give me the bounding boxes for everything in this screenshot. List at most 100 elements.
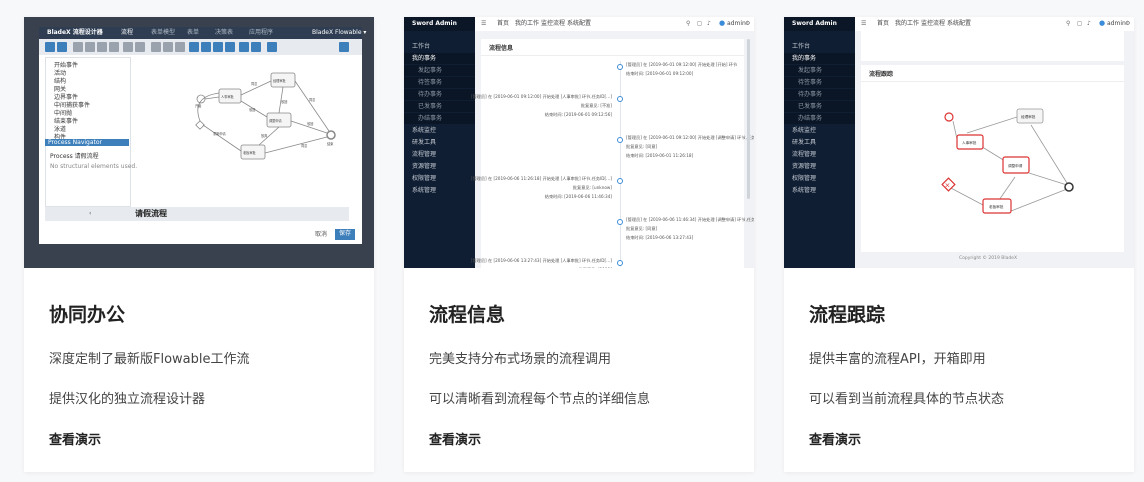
designer-tab[interactable]: 决策表 xyxy=(215,30,233,36)
paste-icon[interactable] xyxy=(97,42,107,52)
topnav-item[interactable]: 系统配置 xyxy=(947,21,971,27)
sidebar-item[interactable]: 资源管理 xyxy=(404,161,475,172)
gear-icon[interactable]: ⚙ xyxy=(1125,21,1130,27)
scrollbar[interactable] xyxy=(747,39,750,199)
designer-screenshot[interactable]: BladeX 流程设计器 流程 表单模型 表单 决策表 应用程序 BladeX … xyxy=(24,17,374,268)
sidebar-item[interactable]: 发起事务 xyxy=(404,65,475,76)
sidebar-item[interactable]: 我的事务 xyxy=(784,53,855,64)
sidebar-item[interactable]: 系统管理 xyxy=(404,185,475,196)
bend-icon[interactable] xyxy=(239,42,249,52)
bell-icon[interactable]: ♪ xyxy=(707,21,711,27)
fullscreen-icon[interactable]: ◻ xyxy=(1077,21,1082,27)
help-icon[interactable] xyxy=(267,42,277,52)
menu-icon[interactable]: ☰ xyxy=(481,21,486,27)
chevron-left-icon[interactable]: ‹ xyxy=(89,211,91,217)
sidebar-item[interactable]: 系统监控 xyxy=(404,125,475,136)
sidebar-item[interactable]: 权限管理 xyxy=(784,173,855,184)
sidebar-item[interactable]: 流程管理 xyxy=(404,149,475,160)
sidebar-item[interactable]: 系统监控 xyxy=(784,125,855,136)
designer-tab[interactable]: 流程 xyxy=(121,30,133,36)
undo-icon[interactable] xyxy=(123,42,133,52)
sidebar-item[interactable]: 流程管理 xyxy=(784,149,855,160)
sidebar-item[interactable]: 待签事务 xyxy=(404,77,475,88)
designer-tab[interactable]: 表单模型 xyxy=(151,30,175,36)
topnav-item[interactable]: 监控流程 xyxy=(541,21,565,27)
palette-item[interactable]: 结构 xyxy=(54,79,66,85)
straight-icon[interactable] xyxy=(251,42,261,52)
redo-icon[interactable] xyxy=(135,42,145,52)
view-demo-link[interactable]: 查看演示 xyxy=(49,429,101,448)
topnav-item[interactable]: 监控流程 xyxy=(921,21,945,27)
topnav-item[interactable]: 我的工作 xyxy=(515,21,539,27)
end-event[interactable] xyxy=(326,130,336,140)
sidebar-item[interactable]: 工作台 xyxy=(784,41,855,52)
search-icon[interactable]: ⚲ xyxy=(1066,21,1070,27)
sidebar-item[interactable]: 待签事务 xyxy=(784,77,855,88)
start-event[interactable] xyxy=(944,112,954,122)
card-desc-line: 完美支持分布式场景的流程调用 xyxy=(429,352,612,367)
sidebar-item[interactable]: 工作台 xyxy=(404,41,475,52)
process-canvas[interactable]: 人事审批 经理审批 调整申请 老板审批 开始 结束 同意 驳回 同意 驳回 重新… xyxy=(131,57,349,205)
align-icon[interactable] xyxy=(175,42,185,52)
zoom-out-icon[interactable] xyxy=(201,42,211,52)
topnav-item[interactable]: 系统配置 xyxy=(567,21,591,27)
gateway[interactable] xyxy=(195,120,205,130)
process-tracking-screenshot[interactable]: Sword Admin 工作台 我的事务 发起事务 待签事务 待办事务 已发事务 办结事务系… xyxy=(784,17,1134,268)
palette-item[interactable]: 中间捕获事件 xyxy=(54,103,90,109)
topnav-item[interactable]: 首页 xyxy=(497,21,509,27)
sidebar-item[interactable]: 资源管理 xyxy=(784,161,855,172)
palette-item[interactable]: 开始事件 xyxy=(54,63,78,69)
check-icon[interactable] xyxy=(57,42,67,52)
fullscreen-icon[interactable] xyxy=(225,42,235,52)
sidebar-item[interactable]: 待办事务 xyxy=(404,89,475,100)
sidebar-item[interactable]: 研发工具 xyxy=(784,137,855,148)
view-demo-link[interactable]: 查看演示 xyxy=(429,429,481,448)
gear-icon[interactable]: ⚙ xyxy=(745,21,750,27)
sidebar-item[interactable]: 已发事务 xyxy=(404,101,475,112)
palette-item[interactable]: 泳道 xyxy=(54,127,66,133)
cancel-button[interactable]: 取消 xyxy=(315,232,335,241)
palette-item[interactable]: 活动 xyxy=(54,71,66,77)
palette-item[interactable]: 中间抛 xyxy=(54,111,72,117)
start-event[interactable] xyxy=(196,94,206,104)
topnav-item[interactable]: 我的工作 xyxy=(895,21,919,27)
process-info-screenshot[interactable]: Sword Admin 工作台 我的事务 发起事务 待签事务 待办事务 已发事务 办结事务系… xyxy=(404,17,754,268)
close-icon[interactable] xyxy=(339,42,349,52)
avatar[interactable]: ● xyxy=(719,20,725,27)
zoom-in-icon[interactable] xyxy=(189,42,199,52)
sidebar-item[interactable]: 办结事务 xyxy=(404,113,475,124)
designer-tab[interactable]: 表单 xyxy=(187,30,199,36)
palette-item[interactable]: 结束事件 xyxy=(54,119,78,125)
cut-icon[interactable] xyxy=(73,42,83,52)
zoom-fit-icon[interactable] xyxy=(213,42,223,52)
fullscreen-icon[interactable]: ◻ xyxy=(697,21,702,27)
menu-icon[interactable]: ☰ xyxy=(861,21,866,27)
view-demo-link[interactable]: 查看演示 xyxy=(809,429,861,448)
avatar[interactable]: ● xyxy=(1099,20,1105,27)
sidebar-item[interactable]: 办结事务 xyxy=(784,113,855,124)
sidebar-item[interactable]: 已发事务 xyxy=(784,101,855,112)
align-icon[interactable] xyxy=(163,42,173,52)
delete-icon[interactable] xyxy=(109,42,119,52)
end-event[interactable] xyxy=(1064,182,1074,192)
align-icon[interactable] xyxy=(151,42,161,52)
copy-icon[interactable] xyxy=(85,42,95,52)
sidebar-item[interactable]: 权限管理 xyxy=(404,173,475,184)
save-button[interactable]: 保存 xyxy=(335,229,355,240)
sidebar-item[interactable]: 待办事务 xyxy=(784,89,855,100)
save-icon[interactable] xyxy=(45,42,55,52)
sidebar-item[interactable]: 系统管理 xyxy=(784,185,855,196)
bell-icon[interactable]: ♪ xyxy=(1087,21,1091,27)
designer-user-menu[interactable]: BladeX Flowable ▾ xyxy=(312,30,366,36)
nav-item[interactable]: Process 请假流程 xyxy=(50,154,99,160)
topnav-item[interactable]: 首页 xyxy=(877,21,889,27)
sidebar-item[interactable]: 我的事务 xyxy=(404,53,475,64)
palette-item[interactable]: 网关 xyxy=(54,87,66,93)
user-name[interactable]: admin xyxy=(1107,21,1126,27)
sidebar-item[interactable]: 研发工具 xyxy=(404,137,475,148)
palette-item[interactable]: 边界事件 xyxy=(54,95,78,101)
search-icon[interactable]: ⚲ xyxy=(686,21,690,27)
designer-tab[interactable]: 应用程序 xyxy=(249,30,273,36)
sidebar-item[interactable]: 发起事务 xyxy=(784,65,855,76)
user-name[interactable]: admin xyxy=(727,21,746,27)
